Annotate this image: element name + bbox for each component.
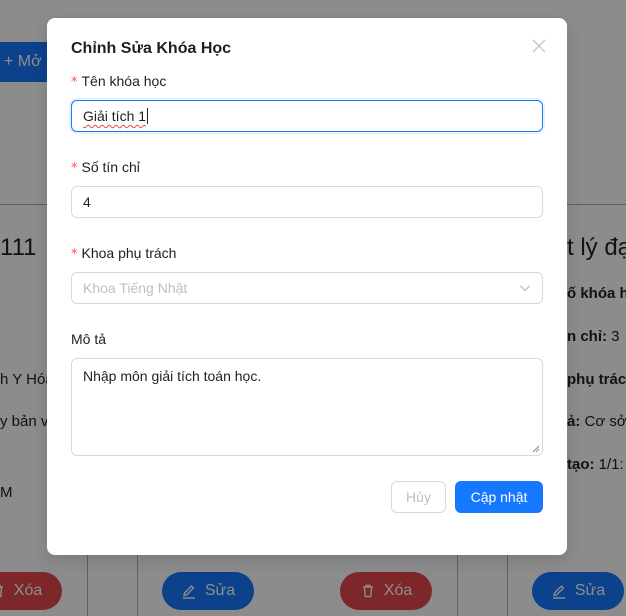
required-mark: *	[71, 75, 78, 90]
faculty-label: * Khoa phụ trách	[71, 245, 177, 262]
credits-label: * Số tín chỉ	[71, 159, 140, 176]
modal-title: Chỉnh Sửa Khóa Học	[71, 40, 232, 57]
edit-course-modal: Chỉnh Sửa Khóa Học * Tên khóa học Giải tí…	[47, 18, 567, 555]
description-label: Mô tả	[71, 331, 107, 347]
faculty-select[interactable]: Khoa Tiếng Nhật	[71, 272, 543, 304]
close-button[interactable]	[531, 38, 547, 54]
description-value: Nhập môn giải tích toán học.	[83, 368, 262, 384]
required-mark: *	[71, 247, 78, 262]
update-button[interactable]: Cập nhật	[455, 481, 543, 513]
required-mark: *	[71, 161, 78, 176]
cancel-button[interactable]: Hủy	[391, 481, 446, 513]
course-name-input[interactable]: Giải tích 1	[71, 100, 543, 132]
resize-handle-icon[interactable]	[532, 445, 540, 453]
close-icon	[532, 39, 546, 53]
text-caret	[147, 108, 149, 124]
course-name-value: Giải tích 1	[83, 108, 147, 124]
faculty-select-value: Khoa Tiếng Nhật	[83, 280, 188, 296]
description-textarea[interactable]: Nhập môn giải tích toán học.	[71, 358, 543, 456]
credits-value: 4	[83, 194, 91, 210]
chevron-down-icon	[520, 285, 530, 292]
credits-input[interactable]: 4	[71, 186, 543, 218]
course-name-label: * Tên khóa học	[71, 73, 167, 90]
